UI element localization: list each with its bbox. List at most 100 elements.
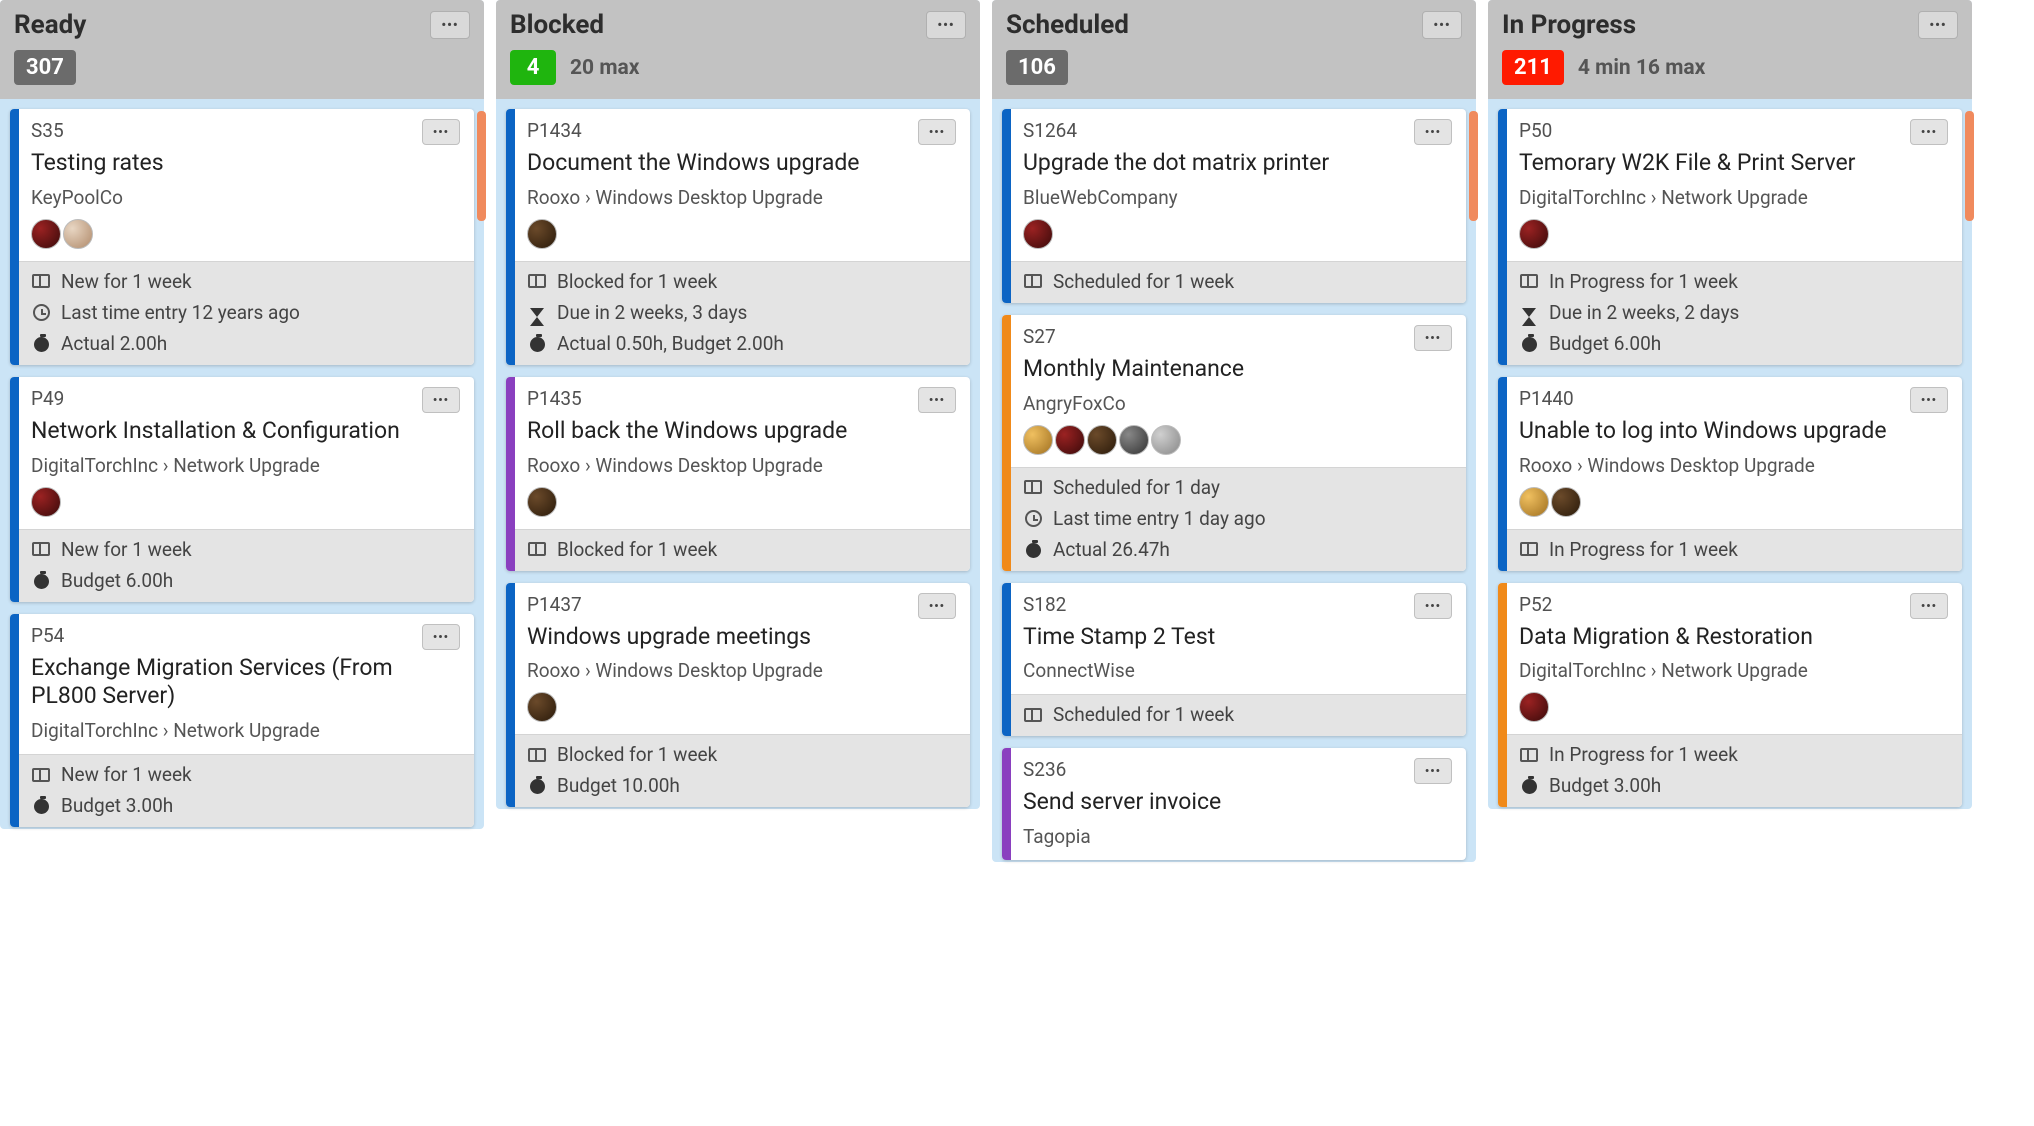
card-list: P50•••Temorary W2K File & Print ServerDi… — [1488, 99, 1972, 809]
card-more-button[interactable]: ••• — [1910, 387, 1948, 413]
avatar-row — [527, 487, 956, 517]
card-more-button[interactable]: ••• — [1414, 593, 1452, 619]
avatar[interactable] — [1023, 425, 1053, 455]
meta-text: Scheduled for 1 day — [1053, 476, 1220, 499]
avatar[interactable] — [63, 219, 93, 249]
card-stripe — [10, 109, 19, 365]
kanban-card[interactable]: P50•••Temorary W2K File & Print ServerDi… — [1498, 109, 1962, 365]
card-id: S1264 — [1023, 119, 1077, 142]
avatar[interactable] — [1151, 425, 1181, 455]
kanban-card[interactable]: S35•••Testing ratesKeyPoolCoNew for 1 we… — [10, 109, 474, 365]
column-more-button[interactable]: ••• — [926, 11, 966, 39]
card-meta: In Progress for 1 week — [1507, 529, 1962, 571]
card-more-button[interactable]: ••• — [1910, 593, 1948, 619]
meta-line: Actual 2.00h — [31, 332, 462, 355]
meta-text: Actual 0.50h, Budget 2.00h — [557, 332, 784, 355]
card-stripe — [1498, 109, 1507, 365]
column-header: Scheduled•••106 — [992, 0, 1476, 99]
column-more-button[interactable]: ••• — [1918, 11, 1958, 39]
meta-line: In Progress for 1 week — [1519, 270, 1950, 293]
avatar[interactable] — [1519, 487, 1549, 517]
kanban-card[interactable]: P49•••Network Installation & Configurati… — [10, 377, 474, 602]
meta-text: Blocked for 1 week — [557, 270, 717, 293]
card-id: S182 — [1023, 593, 1066, 616]
meta-text: Due in 2 weeks, 2 days — [1549, 301, 1739, 324]
card-more-button[interactable]: ••• — [1414, 758, 1452, 784]
meta-text: Last time entry 1 day ago — [1053, 507, 1266, 530]
card-title: Send server invoice — [1023, 788, 1452, 817]
card-stripe — [1002, 583, 1011, 737]
avatar[interactable] — [527, 692, 557, 722]
kanban-card[interactable]: P1435•••Roll back the Windows upgradeRoo… — [506, 377, 970, 571]
card-meta: In Progress for 1 week Budget 3.00h — [1507, 734, 1962, 807]
avatar[interactable] — [1519, 219, 1549, 249]
meta-text: Budget 3.00h — [1549, 774, 1661, 797]
kanban-card[interactable]: P1440•••Unable to log into Windows upgra… — [1498, 377, 1962, 571]
column-title: Scheduled — [1006, 10, 1129, 40]
card-title: Roll back the Windows upgrade — [527, 417, 956, 446]
card-meta: Scheduled for 1 week — [1011, 261, 1466, 303]
meta-line: In Progress for 1 week — [1519, 743, 1950, 766]
card-subtitle: DigitalTorchInc › Network Upgrade — [31, 719, 460, 742]
meta-text: New for 1 week — [61, 763, 192, 786]
stopwatch-icon — [527, 776, 547, 796]
avatar-row — [1023, 219, 1452, 249]
card-title: Data Migration & Restoration — [1519, 623, 1948, 652]
card-stripe — [506, 109, 515, 365]
kanban-card[interactable]: P1437•••Windows upgrade meetingsRooxo › … — [506, 583, 970, 808]
scroll-indicator[interactable] — [1469, 111, 1478, 221]
avatar-row — [31, 219, 460, 249]
card-more-button[interactable]: ••• — [422, 624, 460, 650]
column-more-button[interactable]: ••• — [1422, 11, 1462, 39]
card-meta: Scheduled for 1 day Last time entry 1 day… — [1011, 467, 1466, 571]
kanban-column: Blocked•••420 maxP1434•••Document the Wi… — [496, 0, 980, 809]
card-more-button[interactable]: ••• — [1414, 325, 1452, 351]
scroll-indicator[interactable] — [1965, 111, 1974, 221]
avatar[interactable] — [1087, 425, 1117, 455]
card-more-button[interactable]: ••• — [1414, 119, 1452, 145]
scroll-indicator[interactable] — [477, 111, 486, 221]
kanban-card[interactable]: P54•••Exchange Migration Services (From … — [10, 614, 474, 828]
card-more-button[interactable]: ••• — [918, 387, 956, 413]
meta-text: Scheduled for 1 week — [1053, 270, 1234, 293]
card-more-button[interactable]: ••• — [918, 593, 956, 619]
avatar[interactable] — [31, 487, 61, 517]
avatar[interactable] — [1551, 487, 1581, 517]
card-more-button[interactable]: ••• — [1910, 119, 1948, 145]
hourglass-icon — [1519, 302, 1539, 322]
card-title: Unable to log into Windows upgrade — [1519, 417, 1948, 446]
meta-line: Scheduled for 1 day — [1023, 476, 1454, 499]
avatar-row — [1023, 425, 1452, 455]
kanban-card[interactable]: S182•••Time Stamp 2 TestConnectWiseSched… — [1002, 583, 1466, 737]
avatar[interactable] — [527, 487, 557, 517]
meta-line: In Progress for 1 week — [1519, 538, 1950, 561]
kanban-card[interactable]: P52•••Data Migration & RestorationDigita… — [1498, 583, 1962, 808]
kanban-card[interactable]: S1264•••Upgrade the dot matrix printerBl… — [1002, 109, 1466, 303]
card-more-button[interactable]: ••• — [918, 119, 956, 145]
meta-text: Budget 10.00h — [557, 774, 680, 797]
card-title: Document the Windows upgrade — [527, 149, 956, 178]
kanban-card[interactable]: P1434•••Document the Windows upgradeRoox… — [506, 109, 970, 365]
meta-text: New for 1 week — [61, 270, 192, 293]
card-subtitle: Rooxo › Windows Desktop Upgrade — [527, 454, 956, 477]
kanban-card[interactable]: S236•••Send server invoiceTagopia — [1002, 748, 1466, 860]
avatar[interactable] — [1119, 425, 1149, 455]
card-more-button[interactable]: ••• — [422, 387, 460, 413]
card-list: S1264•••Upgrade the dot matrix printerBl… — [992, 99, 1476, 862]
card-more-button[interactable]: ••• — [422, 119, 460, 145]
avatar[interactable] — [527, 219, 557, 249]
kanban-card[interactable]: S27•••Monthly MaintenanceAngryFoxCoSched… — [1002, 315, 1466, 571]
card-list: S35•••Testing ratesKeyPoolCoNew for 1 we… — [0, 99, 484, 829]
avatar[interactable] — [31, 219, 61, 249]
avatar[interactable] — [1023, 219, 1053, 249]
column-more-button[interactable]: ••• — [430, 11, 470, 39]
card-meta: Blocked for 1 weekBudget 10.00h — [515, 734, 970, 807]
meta-line: New for 1 week — [31, 763, 462, 786]
column-header: Blocked•••420 max — [496, 0, 980, 99]
card-stripe — [506, 583, 515, 808]
avatar[interactable] — [1519, 692, 1549, 722]
card-title: Windows upgrade meetings — [527, 623, 956, 652]
meta-line: Budget 3.00h — [31, 794, 462, 817]
avatar[interactable] — [1055, 425, 1085, 455]
avatar-row — [31, 487, 460, 517]
